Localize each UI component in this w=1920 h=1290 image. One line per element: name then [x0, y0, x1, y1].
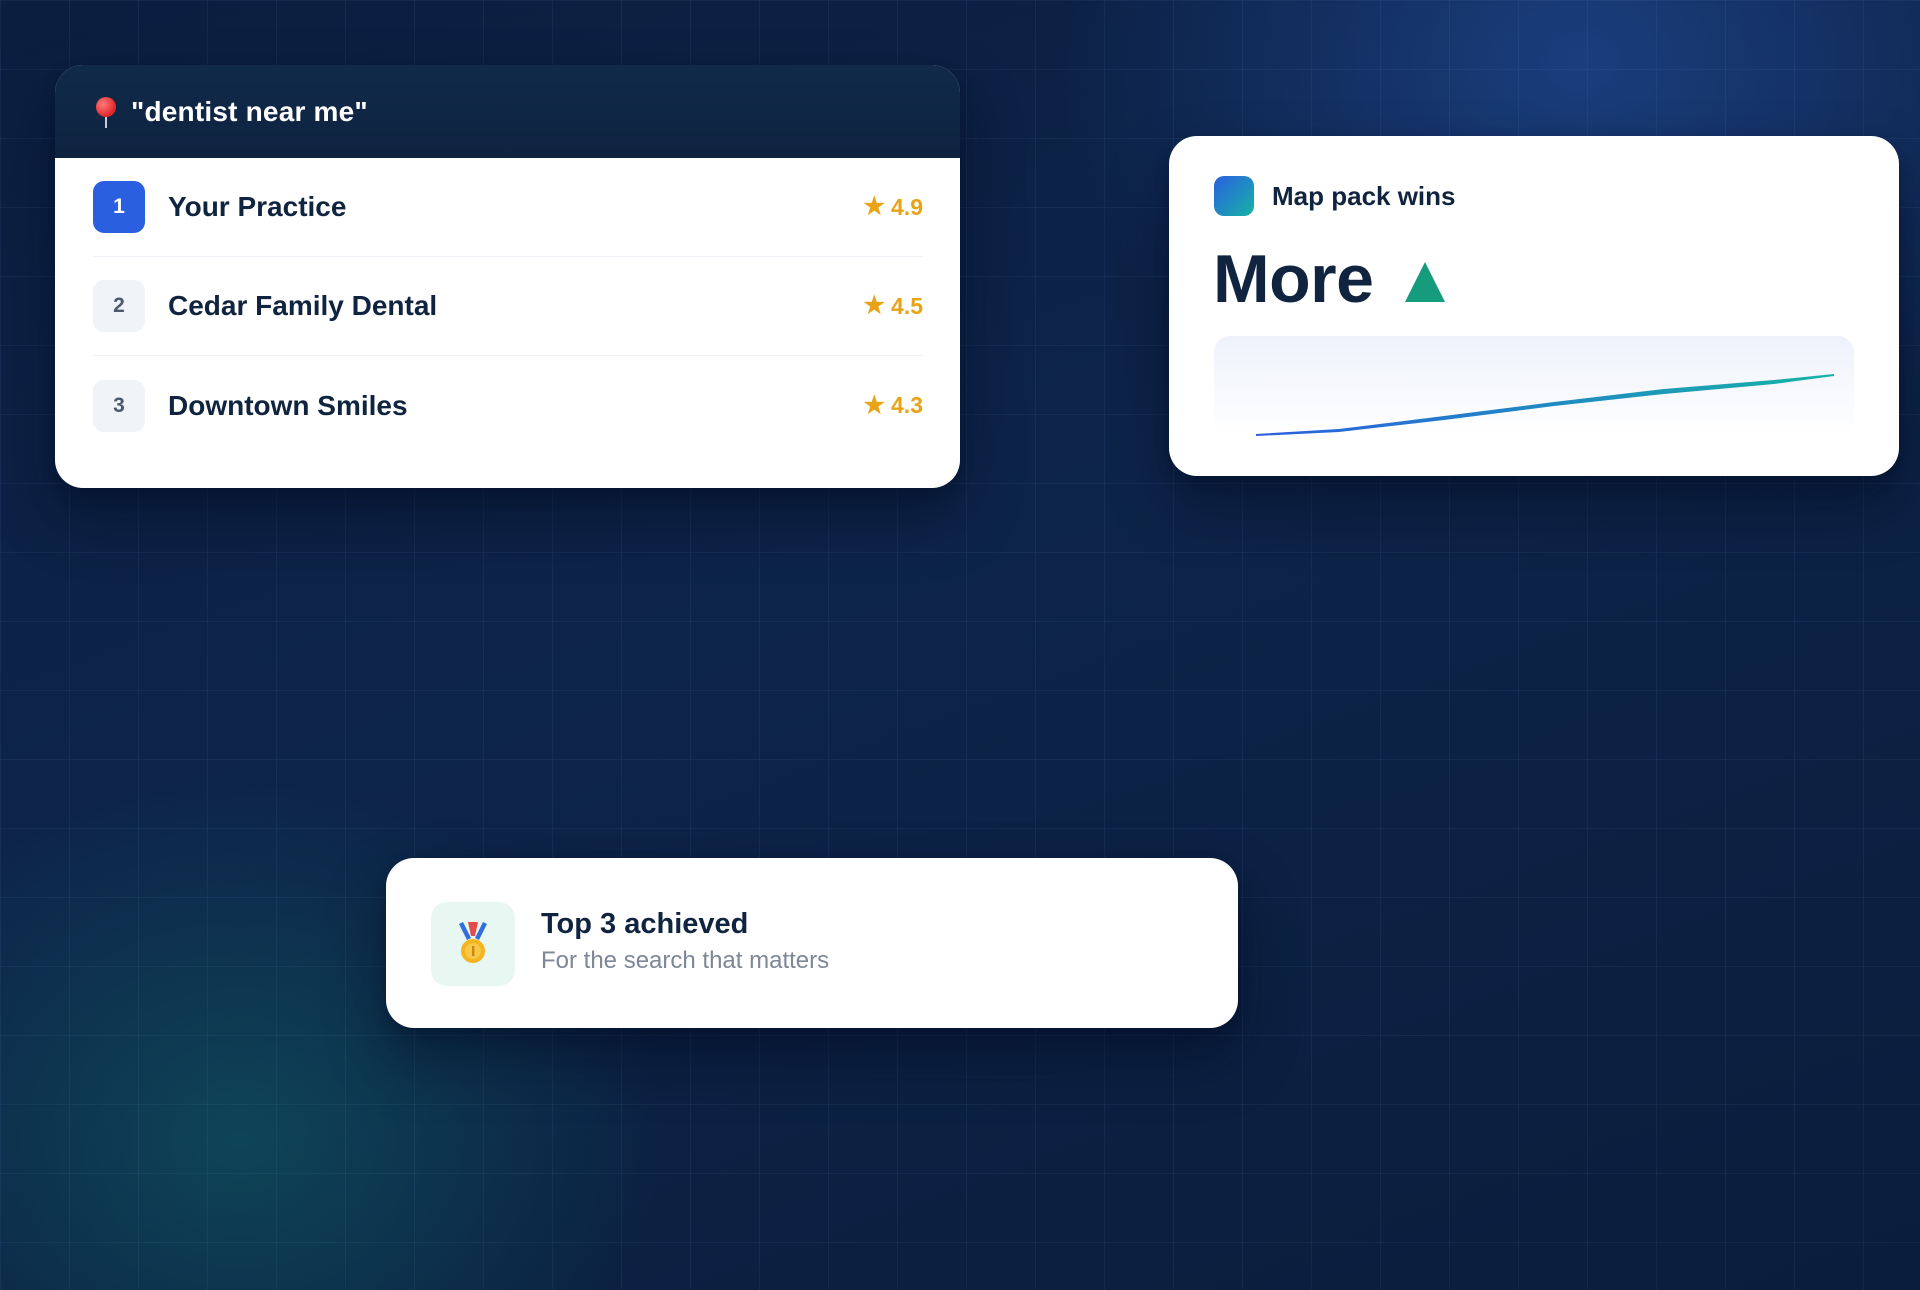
star-icon: ★: [863, 292, 886, 319]
achievement-card: Top 3 achieved For the search that matte…: [386, 858, 1238, 1028]
result-name: Your Practice: [168, 191, 347, 222]
map-pin-icon: [93, 95, 119, 129]
search-query: "dentist near me": [131, 95, 368, 127]
result-list: 1 Your Practice ★ 4.9 2 Cedar Family Den…: [55, 158, 960, 455]
medal-icon: [459, 922, 487, 963]
map-pack-title: Map pack wins: [1272, 180, 1456, 211]
achievement-subtitle: For the search that matters: [541, 947, 830, 974]
star-icon: ★: [863, 193, 886, 220]
map-pack-logo-icon: [1214, 176, 1254, 216]
result-row-3[interactable]: 3 Downtown Smiles ★ 4.3: [93, 356, 923, 455]
result-row-2[interactable]: 2 Cedar Family Dental ★ 4.5: [93, 257, 923, 356]
achievement-title: Top 3 achieved: [541, 908, 749, 940]
map-pack-value-row: More: [1213, 240, 1446, 318]
sparkline-chart: [1256, 374, 1834, 436]
result-rating: ★ 4.5: [864, 293, 924, 320]
map-pack-value: More: [1213, 241, 1374, 317]
sparkline-trend-line: [1256, 374, 1834, 436]
sparkline-panel: [1214, 336, 1854, 436]
rank-badge: 2: [93, 280, 145, 332]
medal-icon-box: [431, 902, 515, 986]
search-results-card: "dentist near me" 1 Your Practice ★ 4.9 …: [55, 65, 960, 488]
rating-value: 4.5: [891, 292, 923, 319]
search-header: "dentist near me": [55, 65, 960, 158]
result-row-1[interactable]: 1 Your Practice ★ 4.9: [93, 158, 923, 257]
rating-value: 4.3: [891, 392, 923, 418]
trend-up-icon: [1405, 262, 1446, 302]
rating-value: 4.9: [891, 193, 923, 220]
rank-badge: 3: [93, 379, 145, 432]
result-rating: ★ 4.9: [864, 194, 924, 221]
achievement-text: Top 3 achieved For the search that matte…: [541, 908, 829, 975]
result-name: Cedar Family Dental: [168, 290, 438, 321]
map-pack-card: Map pack wins More: [1169, 136, 1899, 476]
map-pack-header: Map pack wins: [1214, 176, 1456, 216]
result-rating: ★ 4.3: [864, 392, 924, 419]
result-name: Downtown Smiles: [168, 389, 408, 421]
rank-badge: 1: [93, 181, 145, 233]
star-icon: ★: [863, 391, 886, 419]
